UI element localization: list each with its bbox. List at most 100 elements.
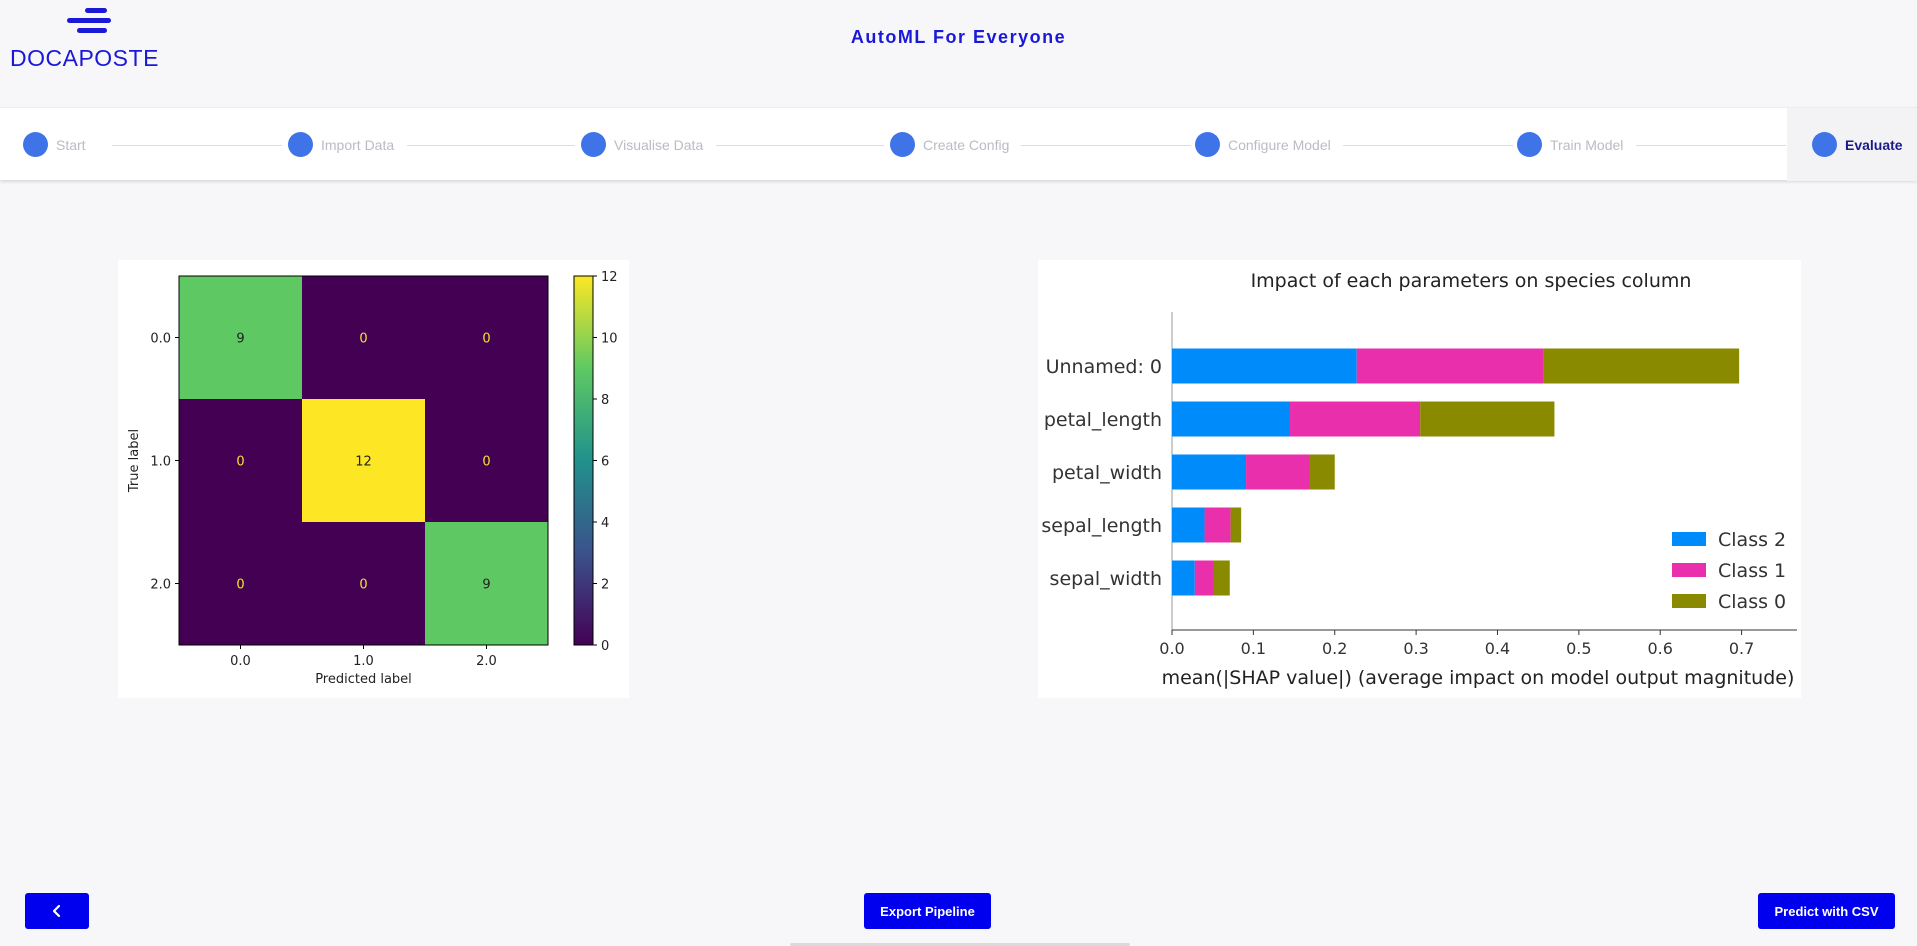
step-dot-icon	[581, 132, 606, 157]
confusion-matrix-panel: 9 0 0 0 12 0 0 0 9 0.0 1.0 2.0 0.0 1.0 2.0 Predicted la…	[118, 260, 629, 698]
x-tick-label: 0.0	[1159, 639, 1184, 658]
step-create-config[interactable]: Create Config	[890, 108, 1009, 181]
step-label: Start	[56, 136, 86, 153]
colorbar-tick-label: 12	[601, 270, 618, 285]
step-label: Import Data	[321, 136, 395, 153]
shap-bar-segment	[1289, 401, 1421, 437]
x-tick-label: 0.4	[1485, 639, 1510, 658]
step-dot-icon	[1517, 132, 1542, 157]
step-dot-icon	[1812, 132, 1837, 157]
cell-value: 0	[236, 578, 244, 593]
step-connector	[112, 145, 282, 146]
cell-value: 9	[236, 332, 244, 347]
shap-bar-segment	[1172, 348, 1357, 384]
shap-bar-segment	[1172, 507, 1205, 543]
cell-value: 0	[482, 455, 490, 470]
step-dot-icon	[23, 132, 48, 157]
x-axis-label: mean(|SHAP value|) (average impact on mo…	[1162, 667, 1795, 689]
legend-swatch	[1672, 594, 1706, 608]
y-tick-label: 1.0	[150, 455, 171, 470]
legend-swatch	[1672, 532, 1706, 546]
y-tick-label: 2.0	[150, 578, 171, 593]
feature-label: petal_width	[1052, 462, 1162, 484]
x-tick-label: 1.0	[353, 654, 374, 669]
app-header: DOCAPOSTE AutoML For Everyone	[0, 0, 1917, 107]
shap-summary-chart: Impact of each parameters on species col…	[1041, 270, 1797, 689]
feature-label: Unnamed: 0	[1046, 356, 1162, 378]
x-tick-label: 0.1	[1241, 639, 1266, 658]
x-tick-label: 0.7	[1729, 639, 1754, 658]
x-tick-label: 0.0	[230, 654, 251, 669]
shap-bar-segment	[1356, 348, 1544, 384]
shap-bar-segment	[1420, 401, 1555, 437]
step-start[interactable]: Start	[23, 108, 86, 181]
shap-bar-segment	[1309, 454, 1335, 490]
x-tick-label: 0.2	[1322, 639, 1347, 658]
back-button[interactable]	[25, 893, 89, 929]
step-connector	[716, 145, 884, 146]
step-connector	[407, 145, 575, 146]
shap-bar-segment	[1213, 560, 1230, 596]
predict-with-csv-button[interactable]: Predict with CSV	[1758, 893, 1895, 929]
x-tick-label: 0.6	[1647, 639, 1672, 658]
feature-label: sepal_length	[1041, 515, 1162, 537]
step-configure-model[interactable]: Configure Model	[1195, 108, 1331, 181]
x-tick-label: 2.0	[476, 654, 497, 669]
shap-bar-segment	[1230, 507, 1242, 543]
step-label: Visualise Data	[614, 136, 704, 153]
shap-bar-segment	[1172, 560, 1195, 596]
shap-chart-title: Impact of each parameters on species col…	[1251, 270, 1692, 292]
step-label: Train Model	[1550, 136, 1624, 153]
step-label: Evaluate	[1845, 136, 1903, 153]
colorbar	[573, 275, 594, 646]
colorbar-tick-label: 10	[601, 332, 618, 347]
shap-bar-segment	[1204, 507, 1231, 543]
shap-bar-segment	[1172, 401, 1290, 437]
shap-bar-segment	[1172, 454, 1247, 490]
legend-label: Class 2	[1718, 529, 1786, 551]
step-dot-icon	[288, 132, 313, 157]
step-label: Configure Model	[1228, 136, 1331, 153]
colorbar-tick-label: 0	[601, 639, 609, 654]
step-evaluate[interactable]: Evaluate	[1787, 108, 1917, 181]
colorbar-tick-label: 6	[601, 455, 609, 470]
colorbar-tick-label: 8	[601, 393, 609, 408]
shap-bar-segment	[1246, 454, 1310, 490]
shap-summary-panel: Impact of each parameters on species col…	[1038, 260, 1801, 698]
x-tick-label: 0.3	[1403, 639, 1428, 658]
progress-stepper: Start Import Data Visualise Data Create …	[0, 107, 1917, 181]
step-connector	[1636, 145, 1786, 146]
x-axis-label: Predicted label	[315, 672, 412, 687]
cell-value: 0	[359, 332, 367, 347]
step-connector	[1021, 145, 1191, 146]
cell-value: 0	[482, 332, 490, 347]
shap-bar-segment	[1194, 560, 1214, 596]
y-tick-label: 0.0	[150, 332, 171, 347]
logo-text: DOCAPOSTE	[10, 45, 159, 71]
feature-label: sepal_width	[1050, 568, 1162, 590]
step-train-model[interactable]: Train Model	[1517, 108, 1623, 181]
cell-value: 9	[482, 578, 490, 593]
step-visualise-data[interactable]: Visualise Data	[581, 108, 703, 181]
step-dot-icon	[1195, 132, 1220, 157]
step-label: Create Config	[923, 136, 1010, 153]
colorbar-tick-label: 2	[601, 578, 609, 593]
feature-label: petal_length	[1044, 409, 1162, 431]
y-axis-label: True label	[127, 429, 142, 493]
export-pipeline-button[interactable]: Export Pipeline	[864, 893, 991, 929]
legend-label: Class 1	[1718, 560, 1786, 582]
shap-bar-segment	[1543, 348, 1740, 384]
legend-swatch	[1672, 563, 1706, 577]
cell-value: 12	[355, 455, 372, 470]
legend-label: Class 0	[1718, 591, 1786, 613]
cell-value: 0	[236, 455, 244, 470]
step-import-data[interactable]: Import Data	[288, 108, 394, 181]
step-connector	[1343, 145, 1513, 146]
step-dot-icon	[890, 132, 915, 157]
app-title: AutoML For Everyone	[850, 27, 1067, 47]
colorbar-tick-label: 4	[601, 516, 609, 531]
cell-value: 0	[359, 578, 367, 593]
x-tick-label: 0.5	[1566, 639, 1591, 658]
chevron-left-icon	[52, 904, 61, 918]
confusion-matrix-chart: 9 0 0 0 12 0 0 0 9 0.0 1.0 2.0 0.0 1.0 2.0 Predicted la…	[127, 270, 618, 687]
